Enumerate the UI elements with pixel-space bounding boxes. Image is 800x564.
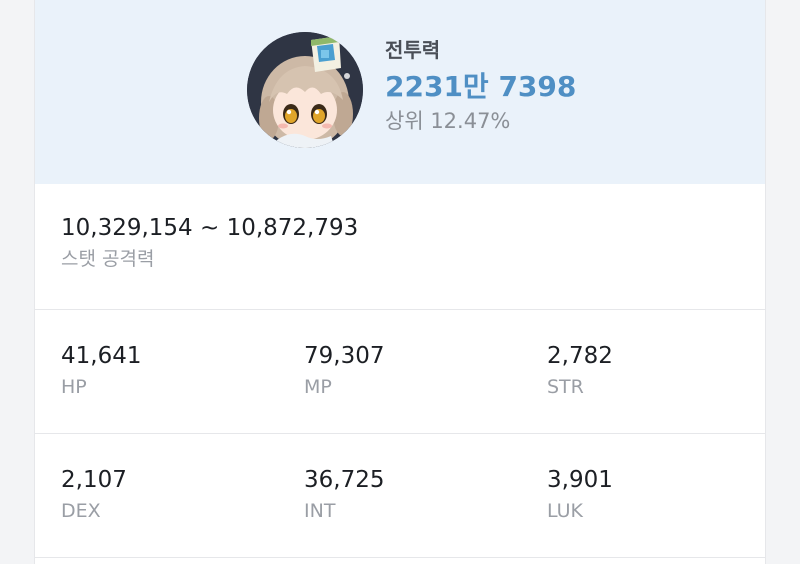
- stat-int: 36,725 INT: [304, 464, 384, 524]
- character-avatar: [247, 32, 363, 148]
- stat-value: 79,307: [304, 343, 385, 369]
- combat-power-label: 전투력: [385, 38, 441, 62]
- stat-mp: 79,307 MP: [304, 340, 384, 400]
- combat-power-value: 2231만 7398: [385, 70, 577, 103]
- stat-attack-value: 10,329,154 ~ 10,872,793: [61, 215, 359, 241]
- stat-str: 2,782 STR: [547, 340, 613, 400]
- stat-value: 2,107: [61, 467, 127, 493]
- combat-power-info: 전투력 2231만 7398 상위 12.47%: [385, 36, 576, 136]
- stat-label: DEX: [61, 500, 101, 522]
- stats-card: 전투력 2231만 7398 상위 12.47% 10,329,154 ~ 10…: [34, 0, 766, 564]
- combat-power-header: 전투력 2231만 7398 상위 12.47%: [35, 0, 765, 184]
- stat-label: STR: [547, 376, 584, 398]
- stat-label: HP: [61, 376, 87, 398]
- stat-label: INT: [304, 500, 336, 522]
- stat-attack-row: 10,329,154 ~ 10,872,793 스탯 공격력: [35, 184, 765, 310]
- stat-dex: 2,107 DEX: [61, 464, 127, 524]
- stat-value: 36,725: [304, 467, 385, 493]
- stat-label: MP: [304, 376, 332, 398]
- character-avatar-image: [247, 32, 363, 148]
- stat-value: 41,641: [61, 343, 142, 369]
- stat-attack: 10,329,154 ~ 10,872,793 스탯 공격력: [61, 212, 358, 272]
- combat-power-rank: 상위 12.47%: [385, 109, 511, 133]
- stat-label: LUK: [547, 500, 584, 522]
- stat-value: 3,901: [547, 467, 613, 493]
- stat-luk: 3,901 LUK: [547, 464, 613, 524]
- stat-row: 2,107 DEX 36,725 INT 3,901 LUK: [35, 434, 765, 558]
- stat-row: 41,641 HP 79,307 MP 2,782 STR: [35, 310, 765, 434]
- stat-hp: 41,641 HP: [61, 340, 141, 400]
- stat-value: 2,782: [547, 343, 613, 369]
- stat-attack-label: 스탯 공격력: [61, 248, 155, 270]
